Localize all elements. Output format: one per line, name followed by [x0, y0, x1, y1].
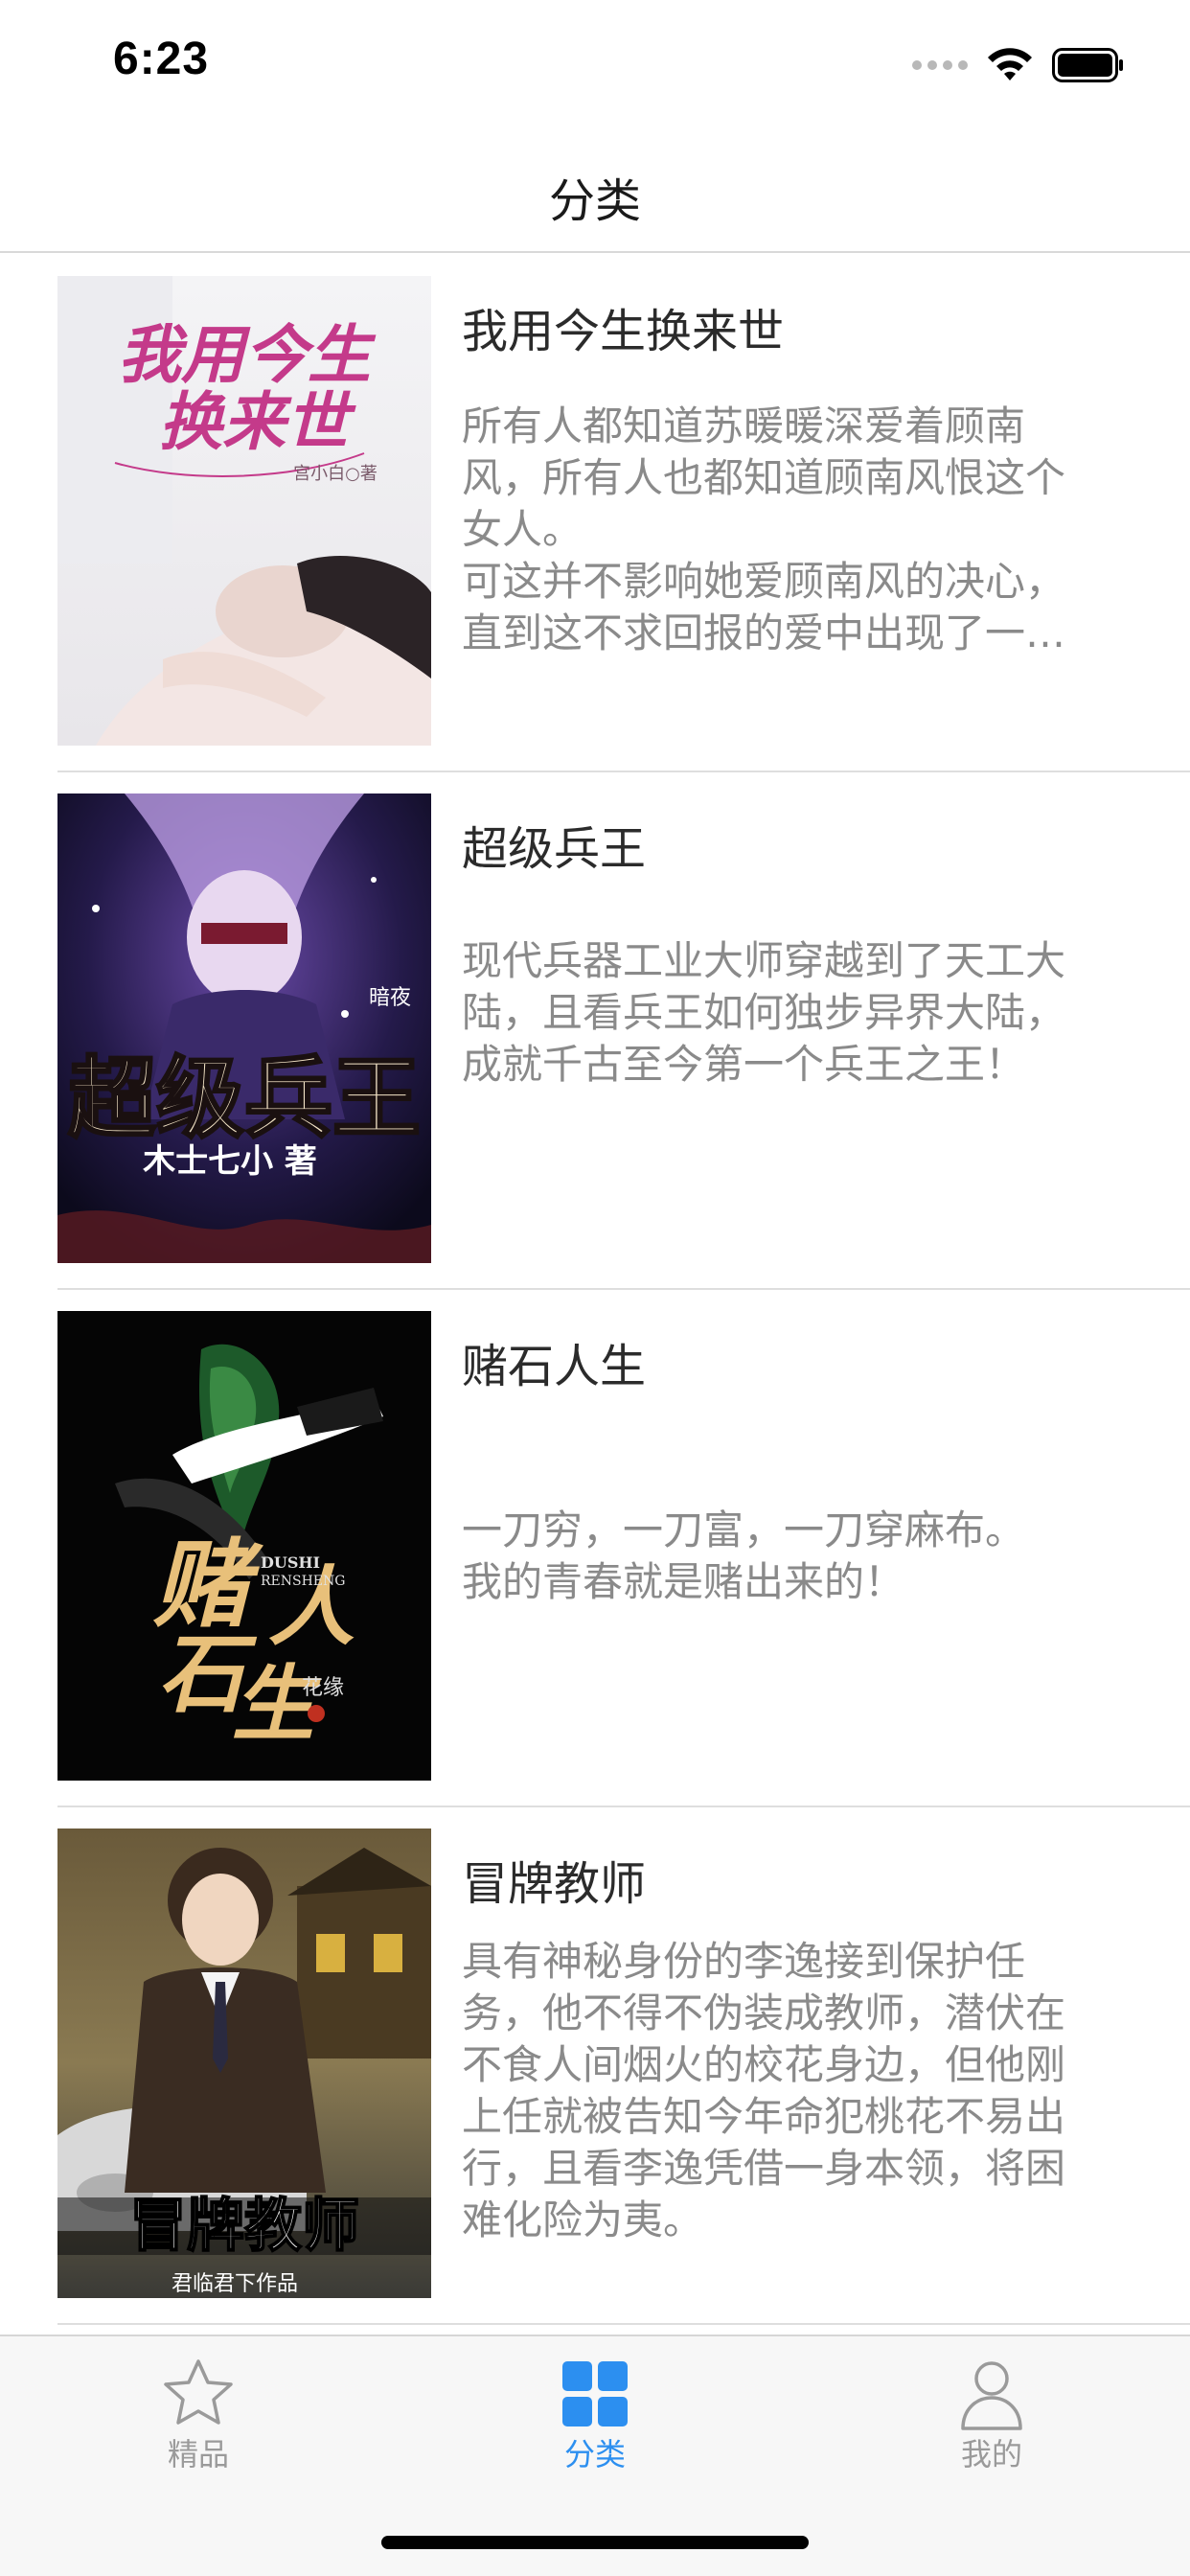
book-cover-image: 赌 人 石 生 DUSHI RENSHENG 花缘	[57, 1311, 431, 1781]
cover-title: 超级兵王	[68, 1046, 421, 1150]
cover-badge: 暗夜	[369, 986, 411, 1010]
cover-latin2: RENSHENG	[261, 1574, 345, 1589]
book-row[interactable]: 赌 人 石 生 DUSHI RENSHENG 花缘 赌石人生 一刀穷，一刀富，一…	[0, 1290, 1190, 1807]
status-time: 6:23	[113, 34, 210, 84]
cover-title: 冒牌教师	[129, 2193, 359, 2260]
star-icon	[164, 2359, 233, 2425]
cover-author: 宫小白○著	[293, 464, 378, 484]
tab-category[interactable]: 分类	[397, 2336, 793, 2480]
status-bar: 6:23	[0, 0, 1190, 125]
book-row[interactable]: 暗夜 超级兵王 木士七小 著 超级兵王 现代兵器工业大师穿越到了天工大陆，且看兵…	[0, 772, 1190, 1290]
cover-author: 花缘	[302, 1676, 344, 1700]
book-row[interactable]: 冒牌教师 君临君下作品 冒牌教师 具有神秘身份的李逸接到保护任务，他不得不伪装成…	[0, 1807, 1190, 2325]
battery-icon	[1052, 48, 1123, 82]
row-divider	[57, 2323, 1190, 2325]
person-icon	[961, 2361, 1022, 2430]
tab-mine[interactable]: 我的	[793, 2336, 1190, 2480]
tab-label: 我的	[960, 2436, 1022, 2472]
book-list[interactable]: 我用今生 换来世 宫小白○著 我用今生换来世 所有人都知道苏暖暖深爱着顾南风，所…	[0, 255, 1190, 2325]
cover-title-line2: 换来世	[159, 384, 356, 459]
book-description: 现代兵器工业大师穿越到了天工大陆，且看兵王如何独步异界大陆，成就千古至今第一个兵…	[462, 937, 1066, 1088]
cover-latin1: DUSHI	[261, 1553, 320, 1572]
book-title: 赌石人生	[462, 1340, 647, 1393]
app-screen: 6:23 分类 我用今生 换来世 宫小白○著 我用今生换来世 所有人都知道苏暖暖…	[0, 0, 1190, 2576]
book-cover-image: 冒牌教师 君临君下作品	[57, 1828, 431, 2298]
book-title: 超级兵王	[462, 822, 647, 876]
navigation-bar: 分类	[0, 125, 1190, 253]
book-description: 具有神秘身份的李逸接到保护任务，他不得不伪装成教师，潜伏在不食人间烟火的校花身边…	[462, 1938, 1066, 2243]
cover-title-line1: 我用今生	[118, 317, 377, 392]
tab-label: 分类	[563, 2436, 626, 2472]
book-title: 冒牌教师	[462, 1857, 647, 1911]
book-row[interactable]: 我用今生 换来世 宫小白○著 我用今生换来世 所有人都知道苏暖暖深爱着顾南风，所…	[0, 255, 1190, 772]
book-description: 一刀穷，一刀富，一刀穿麻布。 我的青春就是赌出来的！	[462, 1506, 1026, 1605]
wifi-icon	[988, 48, 1032, 80]
tab-label: 精品	[167, 2436, 229, 2472]
book-description: 所有人都知道苏暖暖深爱着顾南风，所有人也都知道顾南风恨这个女人。 可这并不影响她…	[462, 402, 1066, 656]
book-cover-image: 暗夜 超级兵王 木士七小 著	[57, 794, 431, 1263]
home-indicator[interactable]	[381, 2536, 809, 2549]
status-icons	[912, 44, 1125, 86]
grid-icon	[562, 2361, 628, 2426]
page-title: 分类	[548, 174, 641, 228]
cover-title-part4: 生	[232, 1656, 322, 1753]
book-cover-image: 我用今生 换来世 宫小白○著	[57, 276, 431, 746]
cover-author: 君临君下作品	[172, 2272, 298, 2296]
cover-author: 木士七小 著	[142, 1142, 317, 1181]
book-title: 我用今生换来世	[462, 305, 785, 358]
cellular-signal-icon	[912, 60, 968, 70]
tab-featured[interactable]: 精品	[0, 2336, 397, 2480]
